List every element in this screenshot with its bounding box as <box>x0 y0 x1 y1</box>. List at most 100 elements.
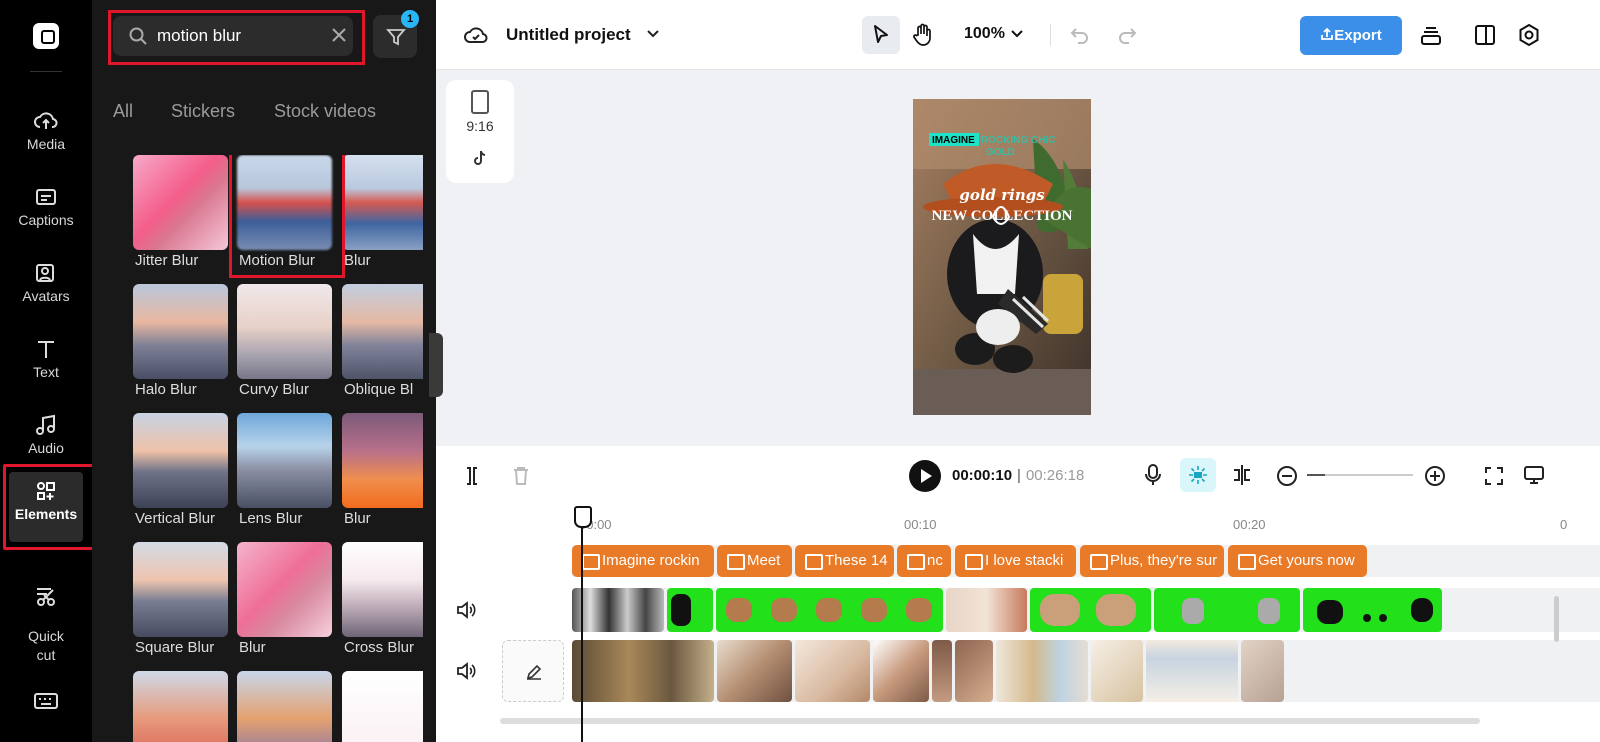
overlay-clip[interactable] <box>1030 588 1151 632</box>
video-clip[interactable] <box>795 640 870 702</box>
result-label: Vertical Blur <box>135 510 216 527</box>
edit-cover-button[interactable] <box>502 640 564 702</box>
thumbnail <box>237 542 332 637</box>
zoom-chevron-down-icon[interactable] <box>1011 30 1023 39</box>
speaker-icon[interactable] <box>456 601 476 619</box>
settings-icon[interactable] <box>1517 23 1541 47</box>
redo-icon[interactable] <box>1117 25 1137 45</box>
sidebar-item-text[interactable]: Text <box>0 330 92 400</box>
project-title[interactable]: Untitled project <box>506 25 631 45</box>
result-card[interactable]: Curvy Blur <box>237 284 332 398</box>
result-card-selected[interactable]: Motion Blur <box>229 155 345 278</box>
thumbnail <box>342 284 423 379</box>
timeline-vertical-scrollbar[interactable] <box>1554 596 1559 642</box>
search-box[interactable] <box>113 16 353 56</box>
zoom-in-icon[interactable] <box>1424 465 1446 487</box>
result-card[interactable]: Lens Blur <box>237 413 332 527</box>
result-card[interactable]: Oblique Bl <box>342 284 423 398</box>
playhead[interactable] <box>574 506 592 742</box>
microphone-icon[interactable] <box>1144 463 1162 487</box>
tab-stock-videos[interactable]: Stock videos <box>274 101 376 122</box>
caption-clip[interactable]: Get yours now <box>1228 545 1367 577</box>
result-card[interactable] <box>342 671 423 742</box>
thumbnail <box>342 155 423 250</box>
search-input[interactable] <box>157 24 317 48</box>
monitor-icon[interactable] <box>1523 465 1545 485</box>
toolbar-divider <box>1050 24 1051 46</box>
result-card[interactable]: Halo Blur <box>133 284 228 398</box>
result-card[interactable]: Jitter Blur <box>133 155 228 269</box>
video-clip[interactable] <box>996 640 1088 702</box>
split-clip-icon[interactable] <box>463 465 481 487</box>
delete-icon[interactable] <box>512 465 530 487</box>
video-clip[interactable] <box>873 640 929 702</box>
scissors-icon <box>37 588 55 606</box>
thumbnail <box>237 413 332 508</box>
result-card[interactable]: Blur <box>342 413 423 527</box>
upload-icon <box>1321 27 1334 40</box>
caption-clip[interactable]: I love stacki <box>955 545 1076 577</box>
timeline-zoom-slider[interactable] <box>1307 474 1413 476</box>
video-clip[interactable] <box>955 640 993 702</box>
text-icon <box>38 341 54 358</box>
sidebar-item-elements[interactable]: Elements <box>3 464 95 550</box>
thumbnail <box>133 284 228 379</box>
zoom-level[interactable]: 100% <box>964 25 1005 43</box>
keyboard-icon[interactable] <box>34 692 58 710</box>
result-card[interactable]: Cross Blur <box>342 542 423 656</box>
hand-tool-icon[interactable] <box>912 23 934 47</box>
split-center-icon[interactable] <box>1231 463 1253 487</box>
result-card[interactable] <box>237 671 332 742</box>
tab-all[interactable]: All <box>113 101 133 122</box>
auto-snap-toggle[interactable] <box>1180 458 1216 492</box>
sidebar-item-quick-cut[interactable]: Quick cut <box>0 558 92 663</box>
split-view-icon[interactable] <box>1474 24 1496 46</box>
overlay-clip[interactable] <box>1303 588 1442 632</box>
overlay-clip[interactable] <box>716 588 943 632</box>
play-button[interactable] <box>909 460 941 492</box>
aspect-ratio-card[interactable]: 9:16 <box>446 80 514 183</box>
caption-clip[interactable]: Plus, they're sur <box>1080 545 1224 577</box>
video-clip[interactable] <box>572 640 714 702</box>
current-time: 00:00:10 <box>952 467 1013 484</box>
overlay-clip[interactable] <box>1154 588 1300 632</box>
result-card[interactable]: Square Blur <box>133 542 228 656</box>
result-card[interactable]: Blur <box>342 155 423 269</box>
export-button[interactable]: Export <box>1300 16 1402 55</box>
total-duration: 00:26:18 <box>1025 467 1085 484</box>
tab-stickers[interactable]: Stickers <box>171 101 235 122</box>
video-clip[interactable] <box>932 640 952 702</box>
clear-search-icon[interactable] <box>331 27 347 43</box>
undo-icon[interactable] <box>1070 25 1090 45</box>
sidebar-item-avatars[interactable]: Avatars <box>0 254 92 324</box>
overlay-clip[interactable] <box>572 588 664 632</box>
fullscreen-icon[interactable] <box>1484 466 1504 486</box>
video-preview[interactable]: IMAGINE ROCKING CHIC GOLD gold rings NEW… <box>913 99 1091 415</box>
video-clip[interactable] <box>1091 640 1143 702</box>
caption-clip[interactable]: nc <box>897 545 951 577</box>
video-clip[interactable] <box>717 640 792 702</box>
caption-clip[interactable]: Imagine rockin <box>572 545 714 577</box>
overlay-clip[interactable] <box>667 588 713 632</box>
cloud-sync-icon[interactable] <box>463 24 489 46</box>
result-card[interactable]: Blur <box>237 542 332 656</box>
time-ruler[interactable]: 00:00 00:10 00:20 0 <box>436 506 1600 542</box>
zoom-out-icon[interactable] <box>1276 465 1298 487</box>
timeline-horizontal-scrollbar[interactable] <box>500 718 1480 724</box>
video-clip[interactable] <box>1241 640 1284 702</box>
sidebar-item-media[interactable]: Media <box>0 102 92 172</box>
result-label: Blur <box>344 252 371 269</box>
caption-clip[interactable]: These 14 <box>795 545 894 577</box>
layers-stack-icon[interactable] <box>1419 24 1443 46</box>
filter-button[interactable]: 1 <box>373 10 419 58</box>
result-card[interactable]: Vertical Blur <box>133 413 228 527</box>
video-clip[interactable] <box>1146 640 1238 702</box>
collapse-panel-handle[interactable] <box>429 333 443 397</box>
app-logo-icon[interactable] <box>33 23 59 49</box>
result-card[interactable] <box>133 671 228 742</box>
sidebar-item-captions[interactable]: Captions <box>0 178 92 248</box>
chevron-down-icon[interactable] <box>646 29 660 39</box>
overlay-clip[interactable] <box>946 588 1027 632</box>
caption-clip[interactable]: Meet <box>717 545 792 577</box>
speaker-icon[interactable] <box>456 662 476 680</box>
